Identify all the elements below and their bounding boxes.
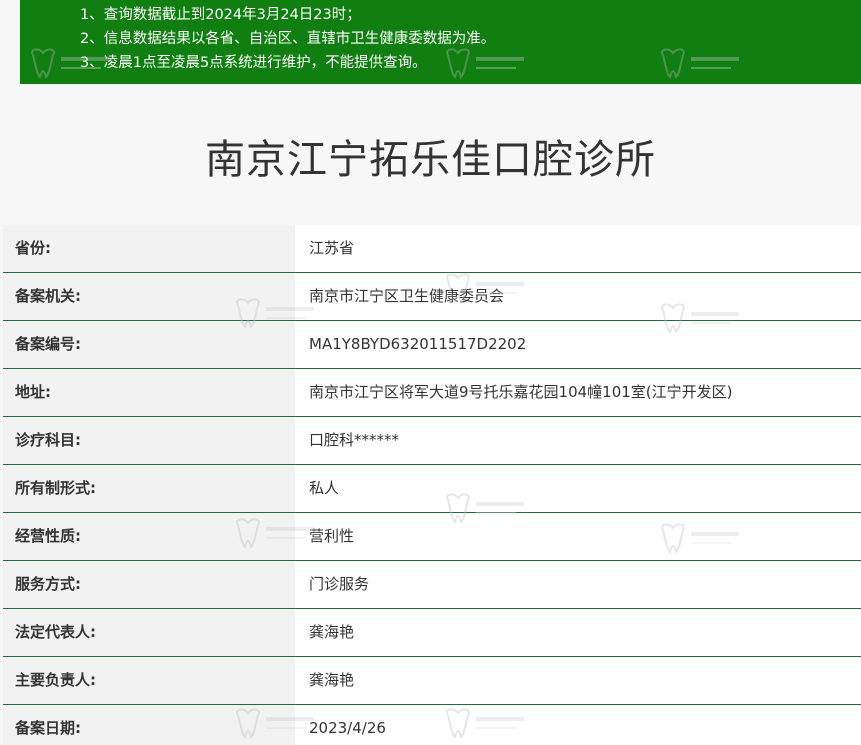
row-value: 南京市江宁区将军大道9号托乐嘉花园104幢101室(江宁开发区) bbox=[295, 369, 861, 416]
row-label: 备案机关: bbox=[3, 273, 295, 320]
row-value: 2023/4/26 bbox=[295, 705, 861, 745]
table-row-departments: 诊疗科目: 口腔科****** bbox=[3, 417, 861, 465]
row-value: 南京市江宁区卫生健康委员会 bbox=[295, 273, 861, 320]
table-row-legal-representative: 法定代表人: 龚海艳 bbox=[3, 609, 861, 657]
row-label: 所有制形式: bbox=[3, 465, 295, 512]
table-row-principal: 主要负责人: 龚海艳 bbox=[3, 657, 861, 705]
notice-line-3: 3、凌晨1点至凌晨5点系统进行维护，不能提供查询。 bbox=[80, 55, 427, 71]
row-value: 龚海艳 bbox=[295, 657, 861, 704]
notice-banner: 1、查询数据截止到2024年3月24日23时； 2、信息数据结果以各省、自治区、… bbox=[20, 0, 861, 84]
table-row-address: 地址: 南京市江宁区将军大道9号托乐嘉花园104幢101室(江宁开发区) bbox=[3, 369, 861, 417]
row-label: 经营性质: bbox=[3, 513, 295, 560]
row-value: 口腔科****** bbox=[295, 417, 861, 464]
notice-line-2: 2、信息数据结果以各省、自治区、直辖市卫生健康委数据为准。 bbox=[80, 31, 496, 47]
row-label: 服务方式: bbox=[3, 561, 295, 608]
notice-line-1: 1、查询数据截止到2024年3月24日23时； bbox=[80, 7, 361, 23]
row-label: 省份: bbox=[3, 225, 295, 272]
table-row-registration-authority: 备案机关: 南京市江宁区卫生健康委员会 bbox=[3, 273, 861, 321]
table-row-province: 省份: 江苏省 bbox=[3, 225, 861, 273]
row-label: 备案日期: bbox=[3, 705, 295, 745]
page-title: 南京江宁拓乐佳口腔诊所 bbox=[205, 137, 656, 183]
row-value: 江苏省 bbox=[295, 225, 861, 272]
table-row-registration-date: 备案日期: 2023/4/26 bbox=[3, 705, 861, 745]
table-row-ownership: 所有制形式: 私人 bbox=[3, 465, 861, 513]
row-label: 地址: bbox=[3, 369, 295, 416]
table-row-registration-number: 备案编号: MA1Y8BYD632011517D2202 bbox=[3, 321, 861, 369]
row-value: 营利性 bbox=[295, 513, 861, 560]
row-value: 私人 bbox=[295, 465, 861, 512]
table-row-service-mode: 服务方式: 门诊服务 bbox=[3, 561, 861, 609]
row-value: 龚海艳 bbox=[295, 609, 861, 656]
row-label: 主要负责人: bbox=[3, 657, 295, 704]
row-label: 法定代表人: bbox=[3, 609, 295, 656]
row-label: 备案编号: bbox=[3, 321, 295, 368]
page: 1、查询数据截止到2024年3月24日23时； 2、信息数据结果以各省、自治区、… bbox=[0, 0, 861, 745]
table-row-business-nature: 经营性质: 营利性 bbox=[3, 513, 861, 561]
row-label: 诊疗科目: bbox=[3, 417, 295, 464]
info-table: 省份: 江苏省 备案机关: 南京市江宁区卫生健康委员会 备案编号: MA1Y8B… bbox=[3, 225, 861, 745]
row-value: 门诊服务 bbox=[295, 561, 861, 608]
row-value: MA1Y8BYD632011517D2202 bbox=[295, 321, 861, 368]
